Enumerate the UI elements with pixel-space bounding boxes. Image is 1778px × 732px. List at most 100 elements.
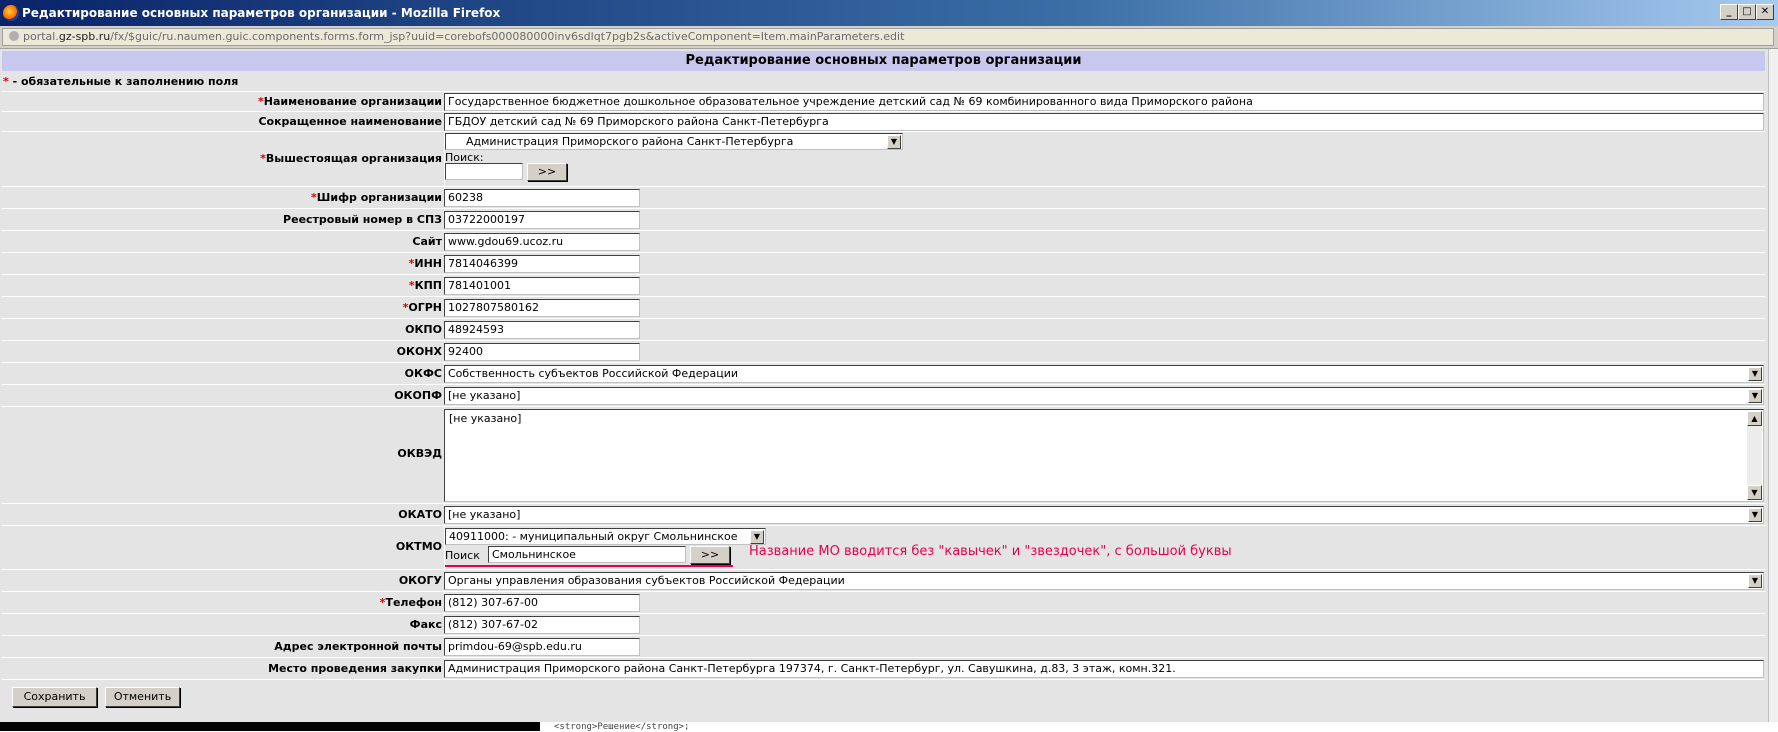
- required-note-text: - обязательные к заполнению поля: [8, 75, 239, 88]
- short-name-field[interactable]: ГБДОУ детский сад № 69 Приморского район…: [444, 113, 1764, 131]
- annotation-underline: [445, 565, 733, 567]
- okfs-selected: Собственность субъектов Российской Федер…: [448, 367, 739, 380]
- okopf-select[interactable]: [не указано] ▼: [444, 387, 1764, 405]
- okved-textarea[interactable]: [не указано] ▲ ▼: [444, 409, 1764, 502]
- parent-org-selected: Администрация Приморского района Санкт-П…: [466, 135, 794, 148]
- phone-field[interactable]: (812) 307-67-00: [444, 594, 640, 612]
- site-identity-icon[interactable]: [9, 31, 19, 41]
- row-ogrn: *ОГРН 1027807580162: [2, 296, 1765, 318]
- maximize-button[interactable]: □: [1738, 4, 1756, 20]
- label-text: Шифр организации: [316, 191, 442, 204]
- label-short-name: Сокращенное наименование: [258, 115, 442, 128]
- oktmo-search-input[interactable]: Смольнинское: [488, 546, 686, 563]
- row-okogu: ОКОГУ Органы управления образования субъ…: [2, 569, 1765, 591]
- window-title: Редактирование основных параметров орган…: [22, 6, 501, 20]
- oktmo-select[interactable]: 40911000: - муниципальный округ Смольнин…: [445, 528, 766, 545]
- ogrn-field[interactable]: 1027807580162: [444, 299, 640, 317]
- annotation-text: Название МО вводится без "кавычек" и "зв…: [749, 544, 1232, 559]
- firefox-icon: [3, 5, 19, 21]
- place-field[interactable]: Администрация Приморского района Санкт-П…: [444, 660, 1764, 678]
- fax-field[interactable]: (812) 307-67-02: [444, 616, 640, 634]
- row-parent-org: *Вышестоящая организация Администрация П…: [2, 131, 1765, 186]
- chevron-down-icon[interactable]: ▼: [750, 530, 764, 544]
- label-site: Сайт: [412, 235, 442, 248]
- background-dark-area: [0, 722, 540, 731]
- label-okved: ОКВЭД: [397, 447, 442, 460]
- code-field[interactable]: 60238: [444, 189, 640, 207]
- row-short-name: Сокращенное наименование ГБДОУ детский с…: [2, 111, 1765, 131]
- row-place: Место проведения закупки Администрация П…: [2, 657, 1765, 680]
- label-okopf: ОКОПФ: [394, 389, 442, 402]
- label-text: КПП: [414, 279, 442, 292]
- chevron-down-icon[interactable]: ▼: [1748, 389, 1762, 403]
- parent-org-search-button[interactable]: >>: [527, 163, 567, 181]
- chevron-down-icon[interactable]: ▼: [887, 135, 901, 149]
- email-field[interactable]: primdou-69@spb.edu.ru: [444, 638, 640, 656]
- okogu-select[interactable]: Органы управления образования субъектов …: [444, 572, 1764, 590]
- okato-selected: [не указано]: [448, 508, 521, 521]
- row-okopf: ОКОПФ [не указано] ▼: [2, 384, 1765, 406]
- label-okfs: ОКФС: [404, 367, 442, 380]
- row-okved: ОКВЭД [не указано] ▲ ▼: [2, 406, 1765, 503]
- close-button[interactable]: ✕: [1756, 4, 1774, 20]
- chevron-down-icon[interactable]: ▼: [1748, 574, 1762, 588]
- row-inn: *ИНН 7814046399: [2, 252, 1765, 274]
- parent-org-search-input[interactable]: [445, 163, 523, 180]
- okonh-field[interactable]: 92400: [444, 343, 640, 361]
- chevron-down-icon[interactable]: ▼: [1748, 508, 1762, 522]
- okved-scrollbar[interactable]: ▲ ▼: [1747, 411, 1762, 500]
- label-text: Наименование организации: [263, 95, 442, 108]
- label-inn: *ИНН: [2, 257, 442, 270]
- scroll-up-icon[interactable]: ▲: [1747, 411, 1762, 426]
- label-okato: ОКАТО: [398, 508, 442, 521]
- registry-field[interactable]: 03722000197: [444, 211, 640, 229]
- required-note: * - обязательные к заполнению поля: [3, 75, 238, 88]
- label-parent-org: *Вышестоящая организация: [2, 152, 442, 165]
- name-field[interactable]: Государственное бюджетное дошкольное обр…: [444, 93, 1764, 111]
- kpp-field[interactable]: 781401001: [444, 277, 640, 295]
- oktmo-selected: 40911000: - муниципальный округ Смольнин…: [449, 530, 738, 543]
- row-phone: *Телефон (812) 307-67-00: [2, 591, 1765, 613]
- scroll-down-icon[interactable]: ▼: [1747, 485, 1762, 500]
- cancel-button[interactable]: Отменить: [105, 687, 180, 707]
- row-site: Сайт www.gdou69.ucoz.ru: [2, 230, 1765, 252]
- label-text: ОГРН: [408, 301, 442, 314]
- label-fax: Факс: [409, 618, 442, 631]
- label-registry: Реестровый номер в СПЗ: [283, 213, 442, 226]
- label-email: Адрес электронной почты: [274, 640, 442, 653]
- label-kpp: *КПП: [2, 279, 442, 292]
- oktmo-search-label: Поиск: [445, 549, 480, 562]
- label-code: *Шифр организации: [2, 191, 442, 204]
- okopf-selected: [не указано]: [448, 389, 521, 402]
- row-email: Адрес электронной почты primdou-69@spb.e…: [2, 635, 1765, 657]
- okfs-select[interactable]: Собственность субъектов Российской Федер…: [444, 365, 1764, 383]
- chevron-down-icon[interactable]: ▼: [1748, 367, 1762, 381]
- url-prefix: portal.: [23, 30, 59, 43]
- oktmo-search-button[interactable]: >>: [690, 546, 730, 564]
- inn-field[interactable]: 7814046399: [444, 255, 640, 273]
- label-text: Вышестоящая организация: [265, 152, 442, 165]
- label-text: ИНН: [414, 257, 442, 270]
- label-oktmo: ОКТМО: [395, 540, 442, 553]
- row-name: *Наименование организации Государственно…: [2, 91, 1765, 111]
- row-okato: ОКАТО [не указано] ▼: [2, 503, 1765, 525]
- background-page-strip: <strong>Решение</strong>;: [0, 722, 1778, 732]
- label-phone: *Телефон: [2, 596, 442, 609]
- okved-value: [не указано]: [449, 412, 522, 425]
- label-ogrn: *ОГРН: [2, 301, 442, 314]
- label-okogu: ОКОГУ: [398, 574, 442, 587]
- site-field[interactable]: www.gdou69.ucoz.ru: [444, 233, 640, 251]
- row-kpp: *КПП 781401001: [2, 274, 1765, 296]
- save-button[interactable]: Сохранить: [12, 687, 97, 707]
- url-bar: portal.gz-spb.ru/fx/$guic/ru.naumen.guic…: [0, 26, 1778, 49]
- row-registry: Реестровый номер в СПЗ 03722000197: [2, 208, 1765, 230]
- window-scrollbar[interactable]: [1768, 49, 1778, 722]
- window-titlebar: Редактирование основных параметров орган…: [0, 0, 1778, 26]
- url-field[interactable]: portal.gz-spb.ru/fx/$guic/ru.naumen.guic…: [2, 28, 1774, 46]
- okpo-field[interactable]: 48924593: [444, 321, 640, 339]
- okato-select[interactable]: [не указано] ▼: [444, 506, 1764, 524]
- minimize-button[interactable]: _: [1720, 4, 1738, 20]
- row-okonh: ОКОНХ 92400: [2, 340, 1765, 362]
- parent-org-select[interactable]: Администрация Приморского района Санкт-П…: [445, 133, 903, 150]
- label-name: *Наименование организации: [2, 95, 442, 108]
